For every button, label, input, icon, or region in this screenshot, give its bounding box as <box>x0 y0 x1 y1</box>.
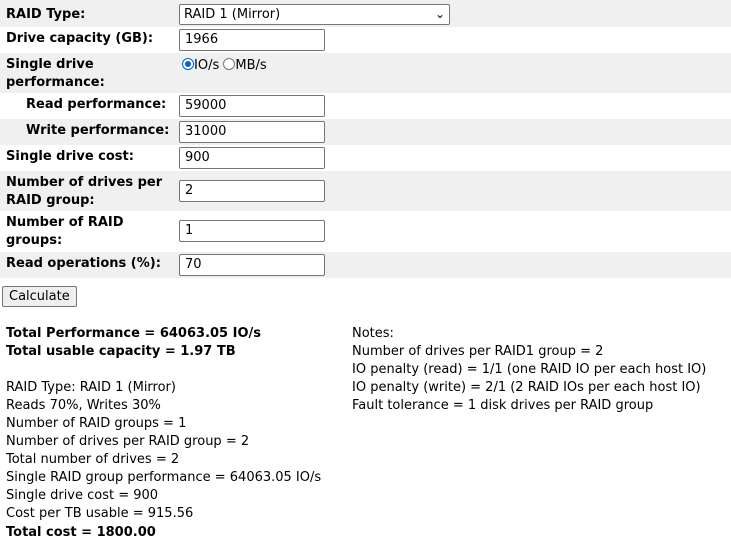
raid-groups-label-2: groups: <box>6 233 63 248</box>
total-capacity: Total usable capacity = 1.97 TB <box>6 344 236 359</box>
drives-per-group-input[interactable]: 2 <box>179 180 325 202</box>
read-perf-label: Read performance: <box>26 97 167 112</box>
drive-cost-label: Single drive cost: <box>6 149 134 164</box>
row-bg-performance <box>0 53 731 93</box>
raid-type-select[interactable]: RAID 1 (Mirror) ⌄ <box>179 4 450 25</box>
total-performance: Total Performance = 64063.05 IO/s <box>6 326 261 341</box>
single-perf-label-2: performance: <box>6 75 105 90</box>
detail-raid-type: RAID Type: RAID 1 (Mirror) <box>6 380 176 395</box>
detail-total-drives: Total number of drives = 2 <box>6 452 180 467</box>
read-perf-input[interactable]: 59000 <box>179 95 325 117</box>
calculate-button[interactable]: Calculate <box>2 286 77 307</box>
drive-capacity-label: Drive capacity (GB): <box>6 31 154 46</box>
write-perf-input[interactable]: 31000 <box>179 121 325 143</box>
raid-type-value: RAID 1 (Mirror) <box>184 7 281 22</box>
detail-drives-per-group: Number of drives per RAID group = 2 <box>6 434 250 449</box>
detail-group-performance: Single RAID group performance = 64063.05… <box>6 470 322 485</box>
write-perf-label: Write performance: <box>26 123 170 138</box>
note-drives-per-group: Number of drives per RAID1 group = 2 <box>352 344 604 359</box>
raid-groups-label-1: Number of RAID <box>6 215 124 230</box>
raid-type-label: RAID Type: <box>6 7 86 22</box>
detail-raid-groups: Number of RAID groups = 1 <box>6 416 187 431</box>
detail-cost-per-tb: Cost per TB usable = 915.56 <box>6 506 194 521</box>
drives-per-group-label-2: RAID group: <box>6 193 95 208</box>
note-io-penalty-write: IO penalty (write) = 2/1 (2 RAID IOs per… <box>352 380 701 395</box>
total-cost: Total cost = 1800.00 <box>6 525 156 540</box>
mbs-radio-label: MB/s <box>235 58 267 73</box>
note-io-penalty-read: IO penalty (read) = 1/1 (one RAID IO per… <box>352 362 707 377</box>
iops-radio-label: IO/s <box>194 58 220 73</box>
raid-groups-input[interactable]: 1 <box>179 220 325 242</box>
single-perf-label-1: Single drive <box>6 57 94 72</box>
read-ops-label: Read operations (%): <box>6 256 161 271</box>
chevron-down-icon: ⌄ <box>434 7 445 21</box>
perf-unit-radio-group: IO/s MB/s <box>182 57 267 75</box>
drive-cost-input[interactable]: 900 <box>179 147 325 169</box>
notes-title: Notes: <box>352 326 394 341</box>
iops-radio[interactable] <box>182 58 194 70</box>
drive-capacity-input[interactable]: 1966 <box>179 29 325 51</box>
note-fault-tolerance: Fault tolerance = 1 disk drives per RAID… <box>352 398 654 413</box>
read-ops-input[interactable]: 70 <box>179 254 325 276</box>
mbs-radio[interactable] <box>223 58 236 70</box>
detail-drive-cost: Single drive cost = 900 <box>6 488 159 503</box>
drives-per-group-label-1: Number of drives per <box>6 175 163 190</box>
detail-read-write: Reads 70%, Writes 30% <box>6 398 161 413</box>
